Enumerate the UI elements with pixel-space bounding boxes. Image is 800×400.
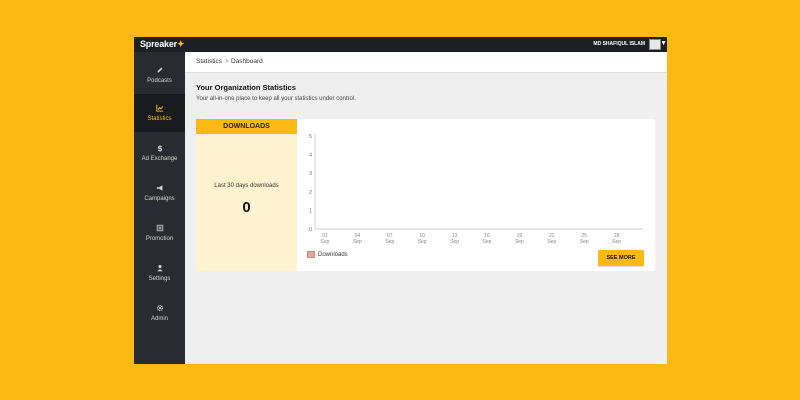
legend-label: Downloads — [318, 252, 348, 259]
sidebar-item-label: Podcasts — [147, 78, 172, 84]
sidebar-item-statistics[interactable]: Statistics — [134, 94, 185, 132]
svg-text:$: $ — [157, 144, 163, 152]
y-tick-label: 2 — [309, 190, 312, 196]
y-tick-label: 5 — [309, 134, 312, 140]
chevron-down-icon[interactable]: ▼ — [660, 40, 667, 47]
x-tick-label: Sep — [385, 239, 394, 244]
gear-icon — [156, 304, 163, 312]
x-tick-label: Sep — [483, 239, 492, 244]
downloads-period-label: Last 30 days downloads — [214, 183, 279, 189]
x-tick-label: Sep — [450, 239, 459, 244]
x-tick-label: Sep — [580, 239, 589, 244]
app-window: Spreaker✦ MD SHAFIQUL ISLAM ▼ Podcasts S… — [134, 37, 667, 364]
sidebar-item-label: Campaigns — [144, 196, 175, 202]
downloads-chart: 0 1 2 3 4 5 01 Sep 04 Sep 07 Sep 10 Sep 13 Sep 16 Sep 19 Se… — [297, 119, 655, 271]
megaphone-icon — [156, 185, 162, 191]
sidebar-item-campaigns[interactable]: Campaigns — [134, 174, 185, 212]
sidebar-item-label: Promotion — [145, 236, 174, 242]
sidebar-item-promotion[interactable]: Promotion — [134, 214, 185, 252]
breadcrumb-parent[interactable]: Statistics — [196, 58, 222, 65]
brand-star-icon: ✦ — [176, 39, 185, 49]
brand-logo[interactable]: Spreaker✦ — [140, 39, 184, 50]
sidebar-item-podcasts[interactable]: Podcasts — [134, 56, 185, 94]
x-tick-label: Sep — [612, 239, 621, 244]
y-tick-label: 1 — [309, 208, 312, 214]
downloads-header: DOWNLOADS — [196, 119, 297, 134]
breadcrumb-separator: > — [225, 58, 229, 65]
top-bar: Spreaker✦ MD SHAFIQUL ISLAM ▼ — [134, 37, 667, 52]
downloads-count: 0 — [242, 199, 251, 216]
chart-legend[interactable]: Downloads — [307, 251, 348, 258]
x-tick-label: Sep — [547, 239, 556, 244]
sidebar: Podcasts Statistics $ Ad Exchange Campai… — [134, 52, 185, 364]
x-tick-label: Sep — [321, 239, 330, 244]
chart-icon — [155, 104, 163, 112]
sidebar-item-label: Admin — [150, 316, 168, 322]
user-icon — [156, 264, 163, 272]
sidebar-item-label: Statistics — [147, 116, 172, 122]
x-tick-label: Sep — [418, 239, 427, 244]
sidebar-item-ad-exchange[interactable]: $ Ad Exchange — [134, 134, 185, 172]
promotion-icon — [156, 224, 163, 232]
legend-swatch — [307, 251, 315, 258]
page-subtitle: Your all-in-one place to keep all your s… — [196, 96, 356, 102]
y-tick-label: 4 — [309, 153, 312, 159]
sidebar-item-label: Settings — [148, 276, 171, 282]
sidebar-item-admin[interactable]: Admin — [134, 294, 185, 332]
see-more-button[interactable]: SEE MORE — [598, 250, 644, 266]
breadcrumb-current: Dashboard — [231, 58, 263, 65]
downloads-summary: DOWNLOADS Last 30 days downloads 0 — [196, 119, 297, 271]
downloads-card: DOWNLOADS Last 30 days downloads 0 0 1 2 3 4… — [196, 119, 655, 271]
chart-svg: 01234501Sep04Sep07Sep10Sep13Sep16Sep19Se… — [309, 134, 643, 244]
sidebar-item-label: Ad Exchange — [141, 156, 178, 162]
pencil-icon — [157, 67, 162, 73]
y-tick-label: 3 — [309, 171, 312, 177]
breadcrumb: Statistics > Dashboard — [185, 52, 667, 73]
x-tick-label: Sep — [515, 239, 524, 244]
page-title: Your Organization Statistics — [196, 83, 296, 92]
x-tick-label: Sep — [353, 239, 362, 244]
dollar-icon: $ — [157, 144, 163, 152]
y-tick-label: 0 — [309, 227, 312, 233]
user-name[interactable]: MD SHAFIQUL ISLAM — [593, 41, 645, 47]
sidebar-item-settings[interactable]: Settings — [134, 254, 185, 292]
